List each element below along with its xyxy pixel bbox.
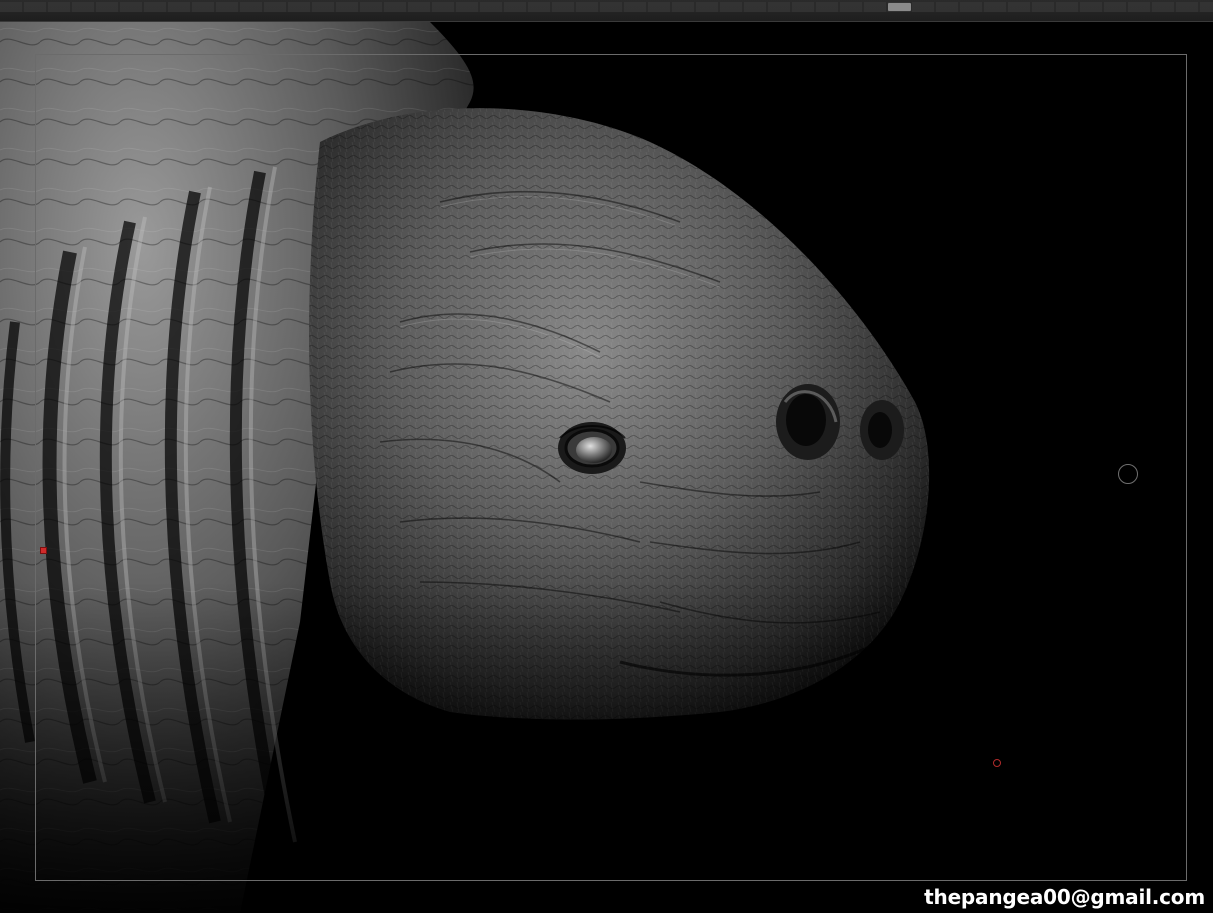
red-marker-icon[interactable] bbox=[40, 547, 47, 554]
sculpted-creature-head bbox=[0, 22, 1213, 913]
horizontal-scroll-thumb[interactable] bbox=[888, 3, 911, 11]
orbit-handle-icon[interactable] bbox=[1118, 464, 1138, 484]
red-dot-icon[interactable] bbox=[993, 759, 1001, 767]
top-ruler bbox=[0, 2, 1213, 12]
top-toolbar-strip bbox=[0, 0, 1213, 22]
watermark-email: thepangea00@gmail.com bbox=[924, 885, 1205, 909]
3d-viewport[interactable] bbox=[0, 22, 1213, 913]
